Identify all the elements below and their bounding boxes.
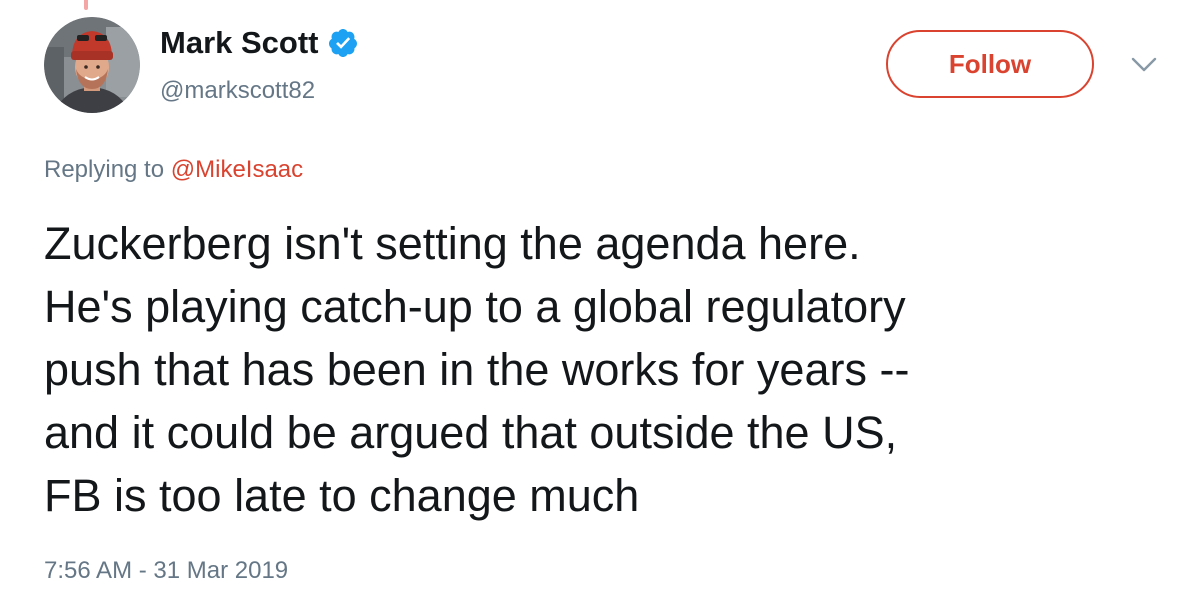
- reply-mention-link[interactable]: @MikeIsaac: [171, 156, 303, 183]
- author-display-name[interactable]: Mark Scott: [160, 23, 318, 63]
- profile-photo-icon: [44, 17, 140, 113]
- tweet-text: Zuckerberg isn't setting the agenda here…: [44, 212, 1154, 527]
- tweet-text-line: and it could be argued that outside the …: [44, 407, 898, 458]
- avatar[interactable]: [44, 17, 140, 113]
- replying-to-line: Replying to @MikeIsaac: [44, 154, 303, 186]
- follow-button[interactable]: Follow: [886, 30, 1094, 98]
- tweet-text-line: Zuckerberg isn't setting the agenda here…: [44, 218, 861, 269]
- tweet-card: Mark Scott @markscott82 Follow Replying …: [0, 0, 1192, 600]
- verified-badge-icon: [327, 27, 359, 59]
- author-handle[interactable]: @markscott82: [160, 75, 315, 107]
- tweet-text-line: He's playing catch-up to a global regula…: [44, 281, 906, 332]
- tweet-timestamp[interactable]: 7:56 AM - 31 Mar 2019: [44, 555, 288, 587]
- author-name-row[interactable]: Mark Scott: [160, 23, 359, 63]
- replying-to-label: Replying to: [44, 156, 171, 183]
- tweet-text-line: push that has been in the works for year…: [44, 344, 910, 395]
- top-edge-mark: [84, 0, 88, 10]
- tweet-text-line: FB is too late to change much: [44, 470, 640, 521]
- chevron-down-icon[interactable]: [1131, 56, 1157, 74]
